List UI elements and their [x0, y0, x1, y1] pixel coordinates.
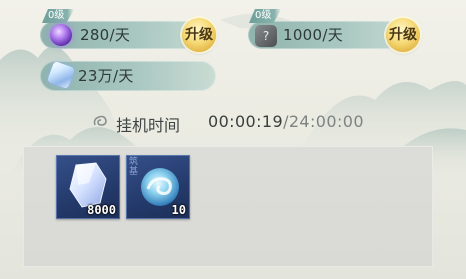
- upgrade-button[interactable]: 升级: [182, 18, 216, 52]
- reward-slot[interactable]: 8000: [56, 155, 120, 219]
- reward-count: 10: [171, 203, 186, 217]
- stat-value: 1000/天: [283, 26, 344, 44]
- purple-orb-icon: [50, 24, 72, 46]
- reward-count: 8000: [87, 203, 116, 217]
- idle-time-value: 00:00:19/24:00:00: [208, 112, 364, 131]
- idle-time-label: 挂机时间: [116, 116, 181, 135]
- reward-slot[interactable]: 筑基 10: [126, 155, 190, 219]
- stat-value: 23万/天: [78, 67, 134, 85]
- stone-question-icon: ?: [255, 25, 277, 47]
- upgrade-button[interactable]: 升级: [386, 18, 420, 52]
- idle-time-max: /24:00:00: [283, 112, 364, 131]
- stat-value: 280/天: [80, 26, 131, 44]
- idle-time-elapsed: 00:00:19: [208, 112, 284, 131]
- swirl-icon: [93, 115, 107, 126]
